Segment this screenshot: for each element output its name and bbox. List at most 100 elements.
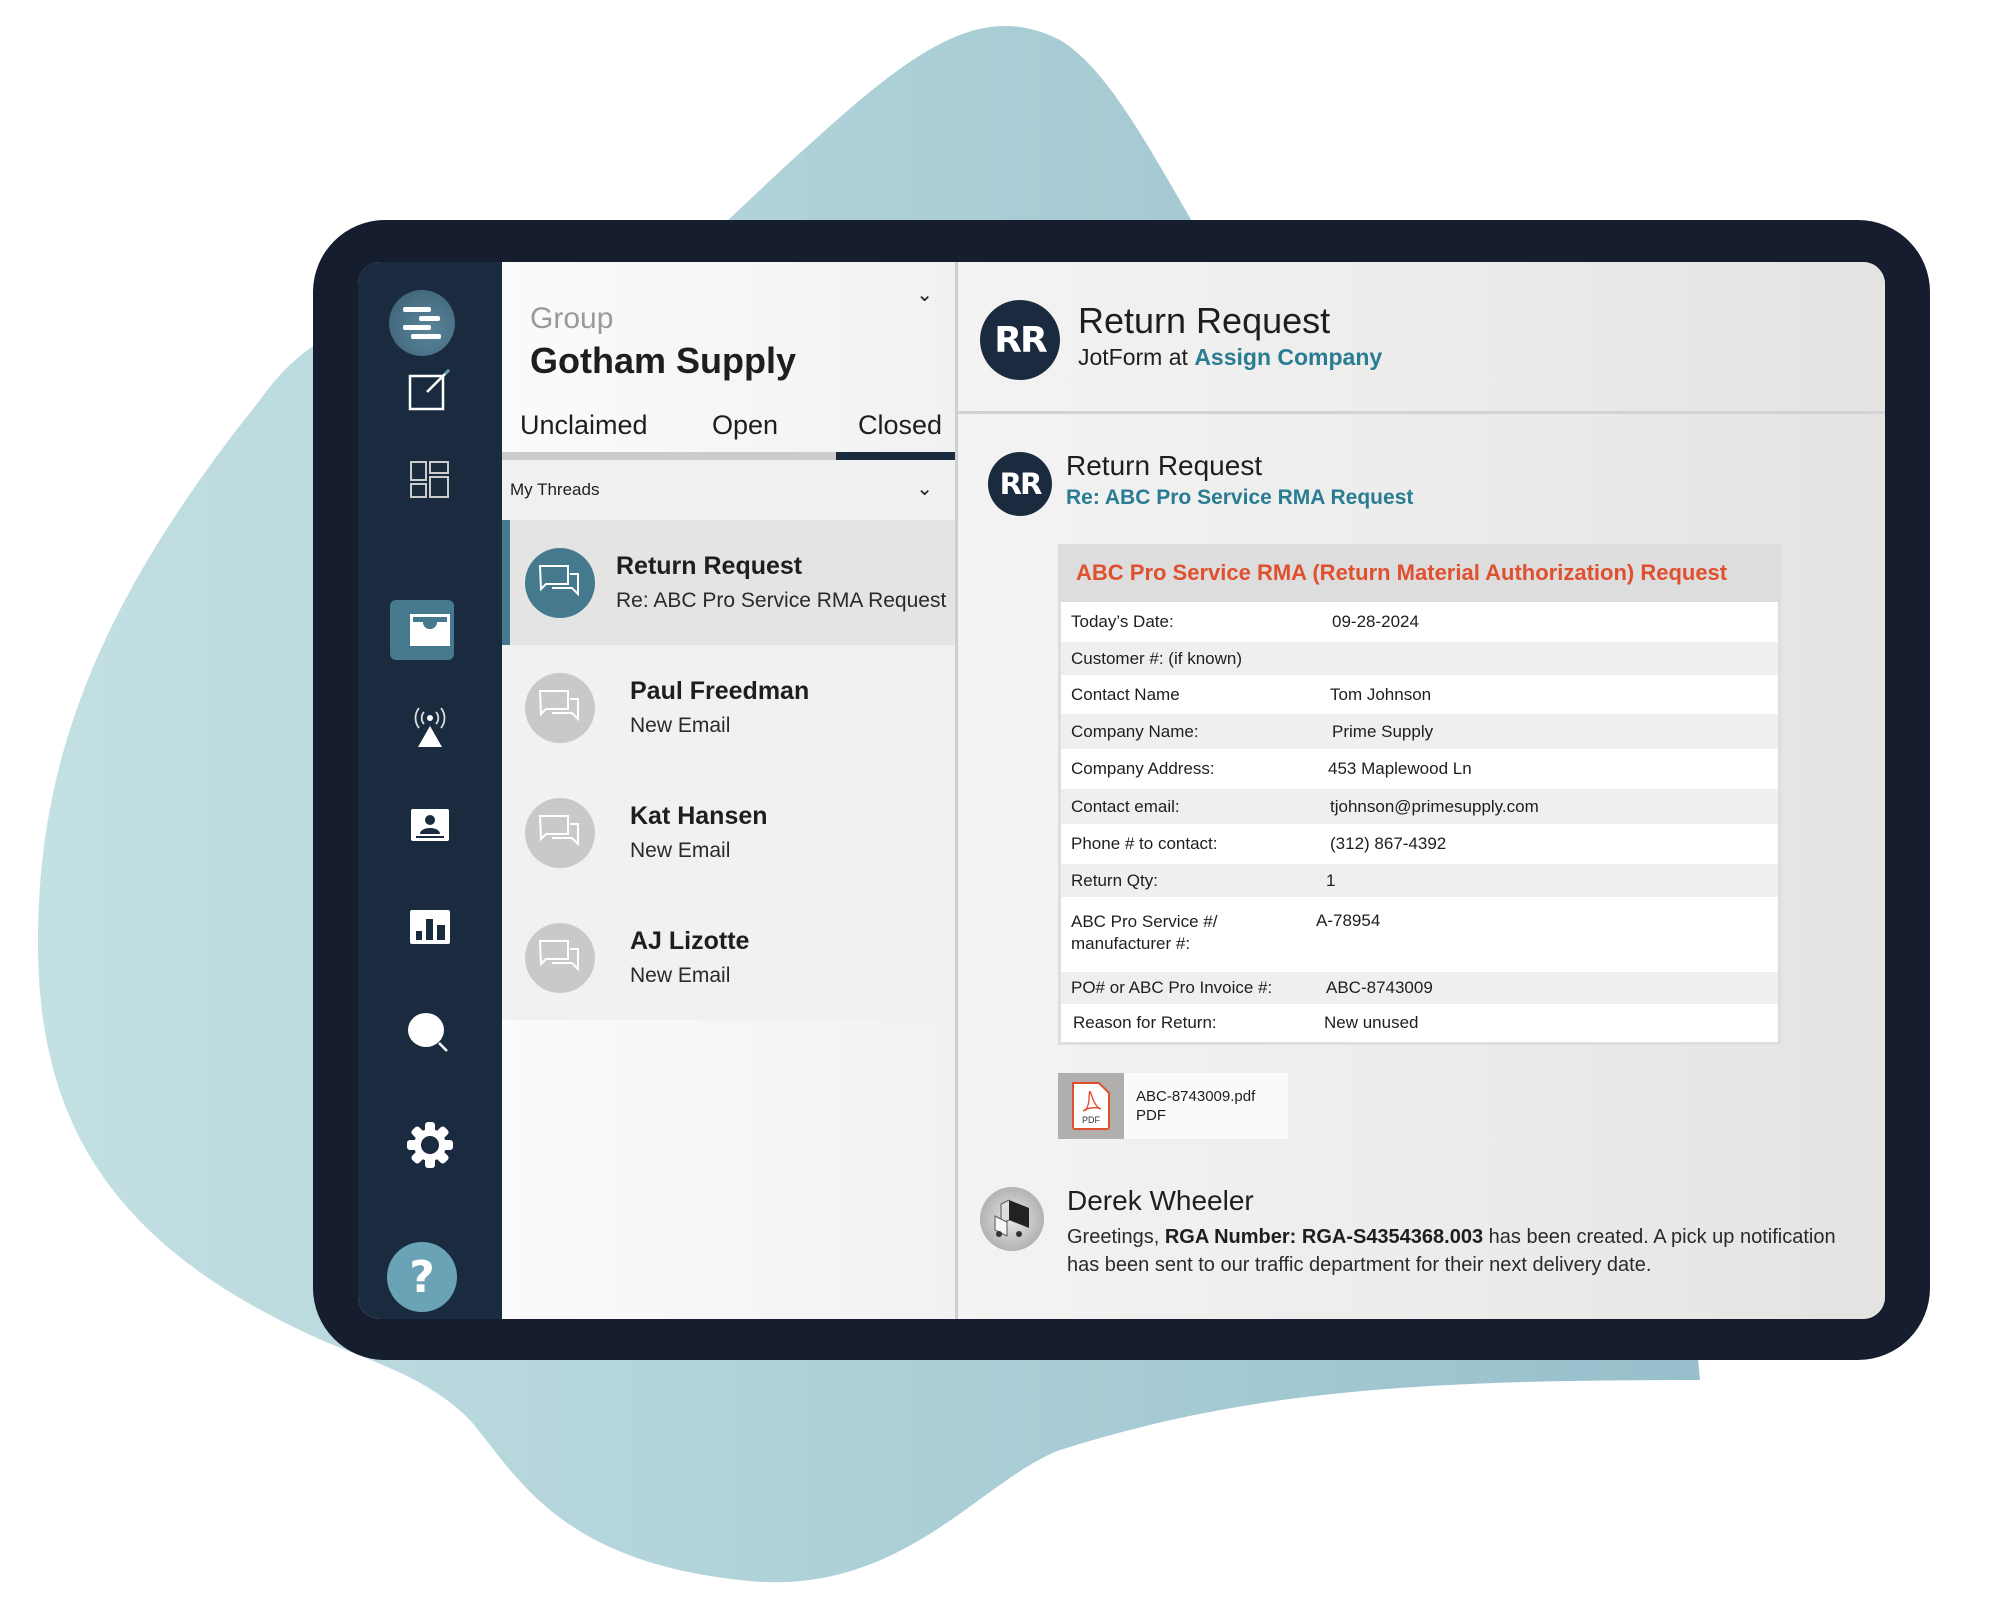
form-label: Reason for Return: [1073,1013,1217,1032]
sidebar-item-dashboard[interactable] [358,448,502,512]
app-screen: ? Group Gotham Supply ⌄ Unclaimed Open C… [358,262,1885,1319]
sidebar-item-broadcast[interactable] [358,694,502,758]
form-row: Return Qty: 1 [1061,864,1778,897]
form-value: (312) 867-4392 [1330,834,1447,853]
message-sender: Return Request [1066,450,1263,481]
thread-subtitle: New Email [630,964,731,987]
thread-item-paul-freedman[interactable]: Paul Freedman New Email [502,645,955,770]
sidebar-item-compose[interactable] [358,357,502,421]
compose-icon [408,368,451,411]
thread-avatar [525,548,595,618]
truck-icon [994,1199,1029,1237]
rga-number: RGA Number: RGA-S4354368.003 [1164,1226,1484,1248]
contacts-icon [411,809,449,841]
sidebar-item-contacts[interactable] [358,793,502,857]
chat-bubbles-icon [538,940,579,972]
pdf-icon-label: PDF [1082,1115,1101,1125]
pdf-file-icon: PDF [1072,1082,1110,1130]
form-value: 1 [1326,870,1336,890]
thread-subtitle: New Email [630,714,731,737]
form-row: Contact Name Tom Johnson [1061,675,1778,714]
logo-icon[interactable] [389,290,455,356]
tab-closed[interactable]: Closed [858,410,942,441]
thread-avatar [525,798,595,868]
chat-bubbles-icon [538,815,579,847]
form-row: Company Name: Prime Supply [1061,714,1778,749]
thread-item-aj-lizotte[interactable]: AJ Lizotte New Email [502,895,955,1020]
form-row: Phone # to contact: (312) 867-4392 [1061,824,1778,864]
thread-avatar [525,673,595,743]
form-row: ABC Pro Service #/ manufacturer #: A-789… [1061,897,1778,972]
attachment-type: PDF [1136,1107,1166,1124]
conversation-title: Return Request [1078,300,1331,341]
reply-avatar [980,1187,1044,1251]
form-row: Customer #: (if known) [1061,642,1778,675]
form-value: tjohnson@primesupply.com [1330,796,1539,816]
sidebar-item-search[interactable] [358,1002,502,1066]
form-label: ABC Pro Service #/ manufacturer #: [1071,912,1218,953]
form-value: 453 Maplewood Ln [1328,759,1472,778]
chevron-down-icon: ⌄ [916,478,933,500]
sidebar-item-inbox[interactable] [358,598,502,662]
thread-name: Return Request [616,552,803,580]
reply-text: Greetings, [1067,1226,1165,1248]
form-label: PO# or ABC Pro Invoice #: [1071,978,1273,997]
form-row: PO# or ABC Pro Invoice #: ABC-8743009 [1061,972,1778,1004]
conversation-panel: RR Return Request JotForm at Assign Comp… [958,262,1885,1319]
form-value: 09-28-2024 [1332,612,1419,631]
sidebar-item-reports[interactable] [358,895,502,959]
source-prefix: JotForm at [1078,344,1188,370]
broadcast-icon [414,707,446,747]
group-chevron-down-icon[interactable]: ⌄ [916,282,933,307]
form-value: A-78954 [1316,911,1381,930]
thread-subtitle: New Email [630,839,731,862]
thread-name: Paul Freedman [630,677,810,705]
thread-name: Kat Hansen [630,802,768,830]
form-label: Customer #: (if known) [1071,648,1242,668]
search-icon [408,1013,448,1052]
thread-list-panel: Group Gotham Supply ⌄ Unclaimed Open Clo… [502,262,958,1319]
tab-open[interactable]: Open [712,410,778,441]
form-label: Company Address: [1071,759,1215,778]
form-label: Contact Name [1071,684,1180,704]
sidebar: ? [358,262,502,1319]
form-value: New unused [1324,1013,1419,1032]
thread-item-return-request[interactable]: Return Request Re: ABC Pro Service RMA R… [502,520,955,645]
thread-item-kat-hansen[interactable]: Kat Hansen New Email [502,770,955,895]
thread-subtitle: Re: ABC Pro Service RMA Request [616,589,947,612]
form-label: Phone # to contact: [1071,834,1218,853]
form-row: Today’s Date: 09-28-2024 [1061,602,1778,642]
help-button[interactable]: ? [387,1242,457,1312]
attachment-info: ABC-8743009.pdf PDF [1124,1087,1255,1125]
form-label: Today’s Date: [1071,612,1174,631]
thread-list: Return Request Re: ABC Pro Service RMA R… [502,520,955,1020]
sidebar-item-settings[interactable] [358,1113,502,1177]
help-icon: ? [409,1251,435,1303]
thread-avatar [525,923,595,993]
message-avatar: RR [988,452,1052,516]
conversation-avatar: RR [980,300,1060,380]
form-row: Contact email: tjohnson@primesupply.com [1061,789,1778,824]
conversation-header: RR Return Request JotForm at Assign Comp… [958,262,1885,414]
form-row: Reason for Return: New unused [1061,1004,1778,1042]
form-value: Tom Johnson [1330,684,1432,704]
chat-bubbles-icon [538,565,579,597]
tab-unclaimed[interactable]: Unclaimed [520,410,648,441]
assign-company-link[interactable]: Assign Company [1194,344,1382,370]
pdf-attachment[interactable]: PDF ABC-8743009.pdf PDF [1058,1073,1288,1139]
form-row: Company Address: 453 Maplewood Ln [1061,749,1778,789]
conversation-source: JotForm at Assign Company [1078,344,1382,371]
group-label: Group [530,302,614,335]
settings-icon [407,1122,453,1168]
rma-form-card: ABC Pro Service RMA (Return Material Aut… [1058,544,1781,1045]
tab-active-indicator [836,452,955,460]
form-value: ABC-8743009 [1326,978,1433,997]
chat-bubbles-icon [538,690,579,722]
filter-label: My Threads [510,480,600,499]
message-subject: Re: ABC Pro Service RMA Request [1066,486,1414,509]
reports-icon [410,910,450,944]
group-name: Gotham Supply [530,340,797,381]
inbox-icon [410,614,450,646]
thread-filter-dropdown[interactable]: My Threads ⌄ [502,460,955,520]
attachment-filename: ABC-8743009.pdf [1136,1088,1256,1105]
